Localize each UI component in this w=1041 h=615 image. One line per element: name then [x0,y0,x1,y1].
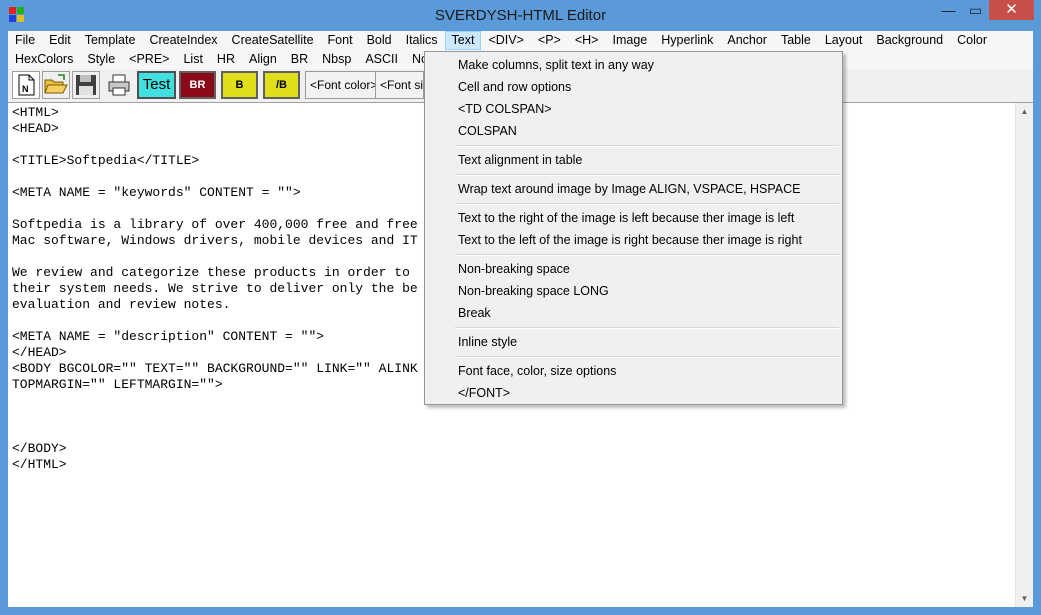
code-line: </BODY> [12,441,67,456]
menu-item-color[interactable]: Color [950,31,994,50]
menu-item-h[interactable]: <H> [568,31,606,50]
menu-item-hyperlink[interactable]: Hyperlink [654,31,720,50]
menu-item-p[interactable]: <P> [531,31,568,50]
floppy-disk-icon [76,75,96,95]
menu-item-ascii[interactable]: ASCII [358,50,405,69]
printer-icon [108,74,130,96]
print-button[interactable] [105,71,133,99]
dropdown-item[interactable]: Cell and row options [458,76,571,98]
close-button[interactable]: ✕ [989,0,1034,20]
menu-item-div[interactable]: <DIV> [481,31,530,50]
dropdown-item[interactable]: Inline style [458,331,517,353]
menu-item-align[interactable]: Align [242,50,284,69]
dropdown-item[interactable]: Text alignment in table [458,149,582,171]
dropdown-item[interactable]: Make columns, split text in any way [458,54,654,76]
save-button[interactable] [72,71,100,99]
menu-item-style[interactable]: Style [80,50,122,69]
bold-open-button[interactable]: B [221,71,258,99]
menu-item-anchor[interactable]: Anchor [720,31,774,50]
bold-close-button[interactable]: /B [263,71,300,99]
menu-item-pre[interactable]: <PRE> [122,50,176,69]
menu-item-createsatellite[interactable]: CreateSatellite [225,31,321,50]
menu-item-italics[interactable]: Italics [399,31,445,50]
dropdown-item[interactable]: Non-breaking space [458,258,570,280]
menu-separator [455,356,839,358]
menu-item-nbsp[interactable]: Nbsp [315,50,358,69]
menu-item-br[interactable]: BR [284,50,315,69]
menu-separator [455,174,839,176]
font-size-button[interactable]: <Font siz [375,71,424,99]
dropdown-item[interactable]: Break [458,302,491,324]
menu-item-list[interactable]: List [176,50,209,69]
text-menu-dropdown: Make columns, split text in any way Cell … [424,51,843,405]
menu-separator [455,203,839,205]
dropdown-item[interactable]: COLSPAN [458,120,517,142]
menu-item-edit[interactable]: Edit [42,31,78,50]
dropdown-item[interactable]: Text to the right of the image is left b… [458,207,794,229]
code-line: </HTML> [12,457,67,472]
dropdown-item[interactable]: Wrap text around image by Image ALIGN, V… [458,178,801,200]
vertical-scrollbar[interactable]: ▲ ▼ [1015,103,1033,607]
menu-item-bold[interactable]: Bold [360,31,399,50]
font-color-button[interactable]: <Font color> [305,71,383,99]
menu-item-table[interactable]: Table [774,31,818,50]
minimize-button[interactable]: — [935,0,962,20]
scroll-up-icon[interactable]: ▲ [1016,103,1033,120]
open-file-button[interactable] [42,71,70,99]
dropdown-item[interactable]: Font face, color, size options [458,360,616,382]
menu-item-text[interactable]: Text [444,31,482,50]
open-folder-icon [44,74,68,94]
maximize-button[interactable]: ▭ [962,0,989,20]
scroll-down-icon[interactable]: ▼ [1016,590,1033,607]
menu-item-file[interactable]: File [8,31,42,50]
menu-row-2: HexColors Style <PRE> List HR Align BR Nbsp ASCI… [8,50,452,69]
menu-item-template[interactable]: Template [78,31,143,50]
new-file-icon: N [18,74,35,96]
new-file-button[interactable]: N [12,71,40,99]
menu-separator [455,254,839,256]
dropdown-item[interactable]: </FONT> [458,382,510,404]
menu-separator [455,145,839,147]
menu-item-hr[interactable]: HR [210,50,242,69]
title-bar[interactable]: SVERDYSH-HTML Editor — ▭ ✕ [0,0,1041,31]
dropdown-item[interactable]: Text to the left of the image is right b… [458,229,802,251]
menu-item-hexcolors[interactable]: HexColors [8,50,80,69]
menu-item-background[interactable]: Background [869,31,950,50]
menu-separator [455,327,839,329]
app-window: SVERDYSH-HTML Editor — ▭ ✕ File Edit Templ… [0,0,1041,615]
dropdown-item[interactable]: Non-breaking space LONG [458,280,609,302]
menu-row-1: File Edit Template CreateIndex CreateSatelli… [8,31,994,50]
br-button[interactable]: BR [179,71,216,99]
menu-item-font[interactable]: Font [321,31,360,50]
svg-text:N: N [22,84,29,94]
test-button[interactable]: Test [137,71,176,99]
menu-item-createindex[interactable]: CreateIndex [142,31,224,50]
dropdown-item[interactable]: <TD COLSPAN> [458,98,552,120]
menu-item-image[interactable]: Image [606,31,655,50]
window-title: SVERDYSH-HTML Editor [434,7,607,24]
menu-item-layout[interactable]: Layout [818,31,870,50]
